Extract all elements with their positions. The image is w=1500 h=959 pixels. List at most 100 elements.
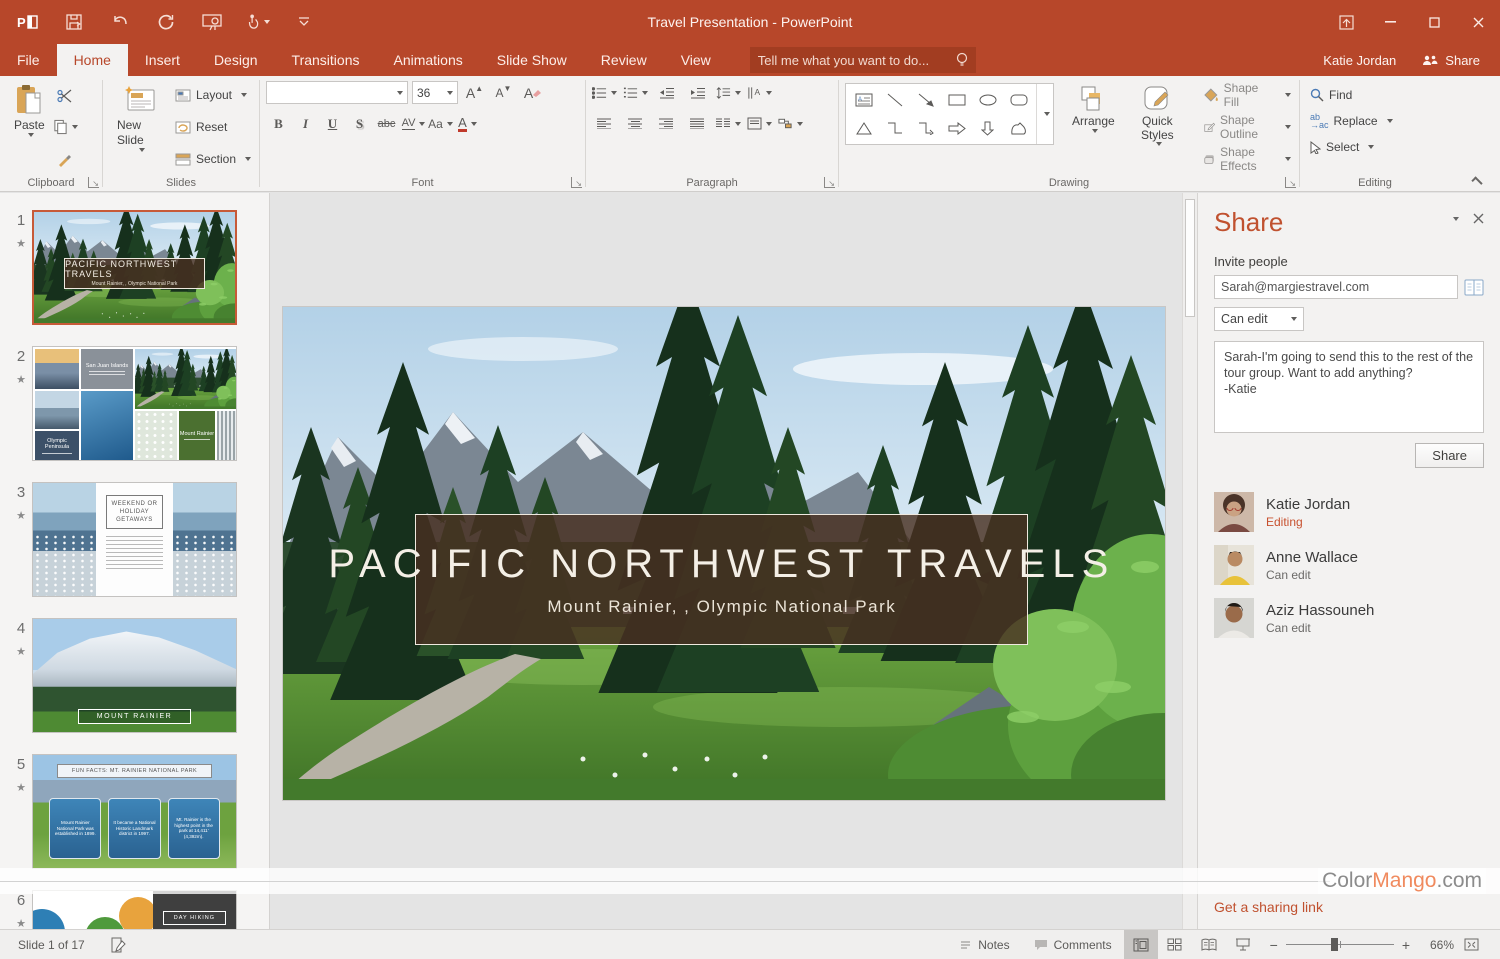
minimize-button[interactable] bbox=[1368, 0, 1412, 44]
vertical-scrollbar[interactable] bbox=[1182, 193, 1197, 929]
bold-button[interactable]: B bbox=[266, 112, 291, 135]
align-text-icon[interactable] bbox=[747, 112, 772, 135]
slide-subtitle[interactable]: Mount Rainier, , Olympic National Park bbox=[547, 597, 896, 617]
font-dialog-launcher[interactable]: ↘ bbox=[571, 177, 582, 188]
new-slide-button[interactable]: New Slide bbox=[109, 81, 171, 173]
ribbon-display-options-icon[interactable] bbox=[1324, 0, 1368, 44]
zoom-in-button[interactable]: + bbox=[1402, 937, 1410, 953]
pane-options-icon[interactable] bbox=[1453, 217, 1459, 221]
elbow-arrow-connector-icon[interactable] bbox=[910, 114, 941, 142]
invite-email-input[interactable] bbox=[1214, 275, 1458, 299]
grow-font-icon[interactable]: A▲ bbox=[462, 81, 487, 104]
strikethrough-button[interactable]: abc bbox=[374, 112, 399, 135]
tab-insert[interactable]: Insert bbox=[128, 44, 197, 76]
shape-outline-button[interactable]: Shape Outline bbox=[1200, 115, 1295, 139]
rectangle-shape-icon[interactable] bbox=[941, 86, 972, 114]
underline-button[interactable]: U bbox=[320, 112, 345, 135]
slide-canvas[interactable]: PACIFIC NORTHWEST TRAVELS Mount Rainier,… bbox=[271, 193, 1197, 929]
touch-mouse-mode-icon[interactable] bbox=[246, 10, 270, 34]
elbow-connector-icon[interactable] bbox=[879, 114, 910, 142]
tell-me-box[interactable]: Tell me what you want to do... bbox=[750, 47, 976, 73]
layout-button[interactable]: Layout bbox=[171, 83, 255, 107]
scrollbar-thumb[interactable] bbox=[1185, 199, 1195, 317]
slide-title[interactable]: PACIFIC NORTHWEST TRAVELS bbox=[328, 542, 1115, 587]
tab-slide-show[interactable]: Slide Show bbox=[480, 44, 584, 76]
title-text-box[interactable]: PACIFIC NORTHWEST TRAVELS Mount Rainier,… bbox=[415, 514, 1028, 645]
undo-icon[interactable] bbox=[108, 10, 132, 34]
bullets-icon[interactable] bbox=[592, 81, 617, 104]
quick-styles-button[interactable]: Quick Styles bbox=[1123, 81, 1192, 173]
increase-indent-icon[interactable] bbox=[685, 81, 710, 104]
rounded-rectangle-shape-icon[interactable] bbox=[1003, 86, 1034, 114]
person-row[interactable]: Katie JordanEditing bbox=[1214, 492, 1484, 532]
copy-icon[interactable] bbox=[53, 116, 78, 139]
line-spacing-icon[interactable] bbox=[716, 81, 741, 104]
invite-message-box[interactable]: Sarah-I'm going to send this to the rest… bbox=[1214, 341, 1484, 433]
drawing-dialog-launcher[interactable]: ↘ bbox=[1285, 177, 1296, 188]
save-icon[interactable] bbox=[62, 10, 86, 34]
close-button[interactable] bbox=[1456, 0, 1500, 44]
font-size-combo[interactable]: 36 bbox=[412, 81, 458, 104]
align-right-icon[interactable] bbox=[654, 112, 679, 135]
tab-view[interactable]: View bbox=[664, 44, 728, 76]
text-direction-icon[interactable]: A bbox=[747, 81, 772, 104]
repeat-icon[interactable] bbox=[154, 10, 178, 34]
clipboard-dialog-launcher[interactable]: ↘ bbox=[88, 177, 99, 188]
line-shape-icon[interactable] bbox=[879, 86, 910, 114]
clear-formatting-icon[interactable]: A bbox=[520, 81, 545, 104]
italic-button[interactable]: I bbox=[293, 112, 318, 135]
find-button[interactable]: Find bbox=[1306, 83, 1446, 107]
columns-icon[interactable] bbox=[716, 112, 741, 135]
reading-view-button[interactable] bbox=[1192, 930, 1226, 959]
thumbnail-slide-5[interactable]: 5★ FUN FACTS: MT. RAINIER NATIONAL PARK … bbox=[10, 754, 269, 869]
tab-file[interactable]: File bbox=[0, 44, 57, 76]
thumbnail-slide-4[interactable]: 4★ MOUNT RAINIER bbox=[10, 618, 269, 733]
thumbnail-slide-3[interactable]: 3★ WEEKEND OR HOLIDAY GETAWAYS bbox=[10, 482, 269, 597]
slideshow-view-button[interactable] bbox=[1226, 930, 1260, 959]
collapse-ribbon-icon[interactable] bbox=[1471, 176, 1482, 187]
reset-button[interactable]: Reset bbox=[171, 115, 255, 139]
notes-toggle[interactable]: Notes bbox=[947, 930, 1021, 959]
text-shadow-button[interactable]: S bbox=[347, 112, 372, 135]
font-name-combo[interactable] bbox=[266, 81, 408, 104]
shape-gallery[interactable]: A bbox=[845, 83, 1054, 145]
fit-slide-to-window-button[interactable] bbox=[1454, 930, 1488, 959]
shape-gallery-more[interactable] bbox=[1036, 84, 1053, 144]
get-sharing-link[interactable]: Get a sharing link bbox=[1214, 899, 1323, 915]
shape-effects-button[interactable]: Shape Effects bbox=[1200, 147, 1295, 171]
user-name[interactable]: Katie Jordan bbox=[1323, 53, 1396, 68]
shrink-font-icon[interactable]: A▼ bbox=[491, 81, 516, 104]
text-box-shape-icon[interactable]: A bbox=[848, 86, 879, 114]
paste-button[interactable]: Paste bbox=[6, 81, 53, 173]
tab-home[interactable]: Home bbox=[57, 44, 128, 76]
share-button-top[interactable]: Share bbox=[1422, 53, 1480, 68]
numbering-icon[interactable] bbox=[623, 81, 648, 104]
thumbnail-slide-2[interactable]: 2★ San Juan Islands Olympic Peninsula Mo… bbox=[10, 346, 269, 461]
address-book-icon[interactable] bbox=[1464, 279, 1484, 296]
align-center-icon[interactable] bbox=[623, 112, 648, 135]
powerpoint-logo-icon[interactable]: P bbox=[16, 10, 40, 34]
comments-toggle[interactable]: Comments bbox=[1022, 930, 1124, 959]
font-color-button[interactable]: A bbox=[455, 112, 480, 135]
decrease-indent-icon[interactable] bbox=[654, 81, 679, 104]
share-submit-button[interactable]: Share bbox=[1415, 443, 1484, 468]
convert-to-smartart-icon[interactable] bbox=[778, 112, 803, 135]
shape-fill-button[interactable]: Shape Fill bbox=[1200, 83, 1295, 107]
change-case-button[interactable]: Aa bbox=[428, 112, 453, 135]
section-button[interactable]: Section bbox=[171, 147, 255, 171]
thumbnail-slide-1[interactable]: 1★ PACIFIC NORTHWEST TRAVELS Mount Raini… bbox=[10, 210, 269, 325]
freeform-shape-icon[interactable] bbox=[1003, 114, 1034, 142]
tab-design[interactable]: Design bbox=[197, 44, 275, 76]
zoom-out-button[interactable]: − bbox=[1270, 937, 1278, 953]
slide-sorter-view-button[interactable] bbox=[1158, 930, 1192, 959]
zoom-percent[interactable]: 66% bbox=[1420, 938, 1454, 952]
triangle-shape-icon[interactable] bbox=[848, 114, 879, 142]
right-arrow-shape-icon[interactable] bbox=[941, 114, 972, 142]
person-row[interactable]: Anne WallaceCan edit bbox=[1214, 545, 1484, 585]
start-slideshow-icon[interactable] bbox=[200, 10, 224, 34]
current-slide[interactable]: PACIFIC NORTHWEST TRAVELS Mount Rainier,… bbox=[283, 307, 1165, 800]
down-arrow-shape-icon[interactable] bbox=[972, 114, 1003, 142]
tab-review[interactable]: Review bbox=[584, 44, 664, 76]
person-row[interactable]: Aziz HassounehCan edit bbox=[1214, 598, 1484, 638]
select-button[interactable]: Select bbox=[1306, 135, 1446, 159]
